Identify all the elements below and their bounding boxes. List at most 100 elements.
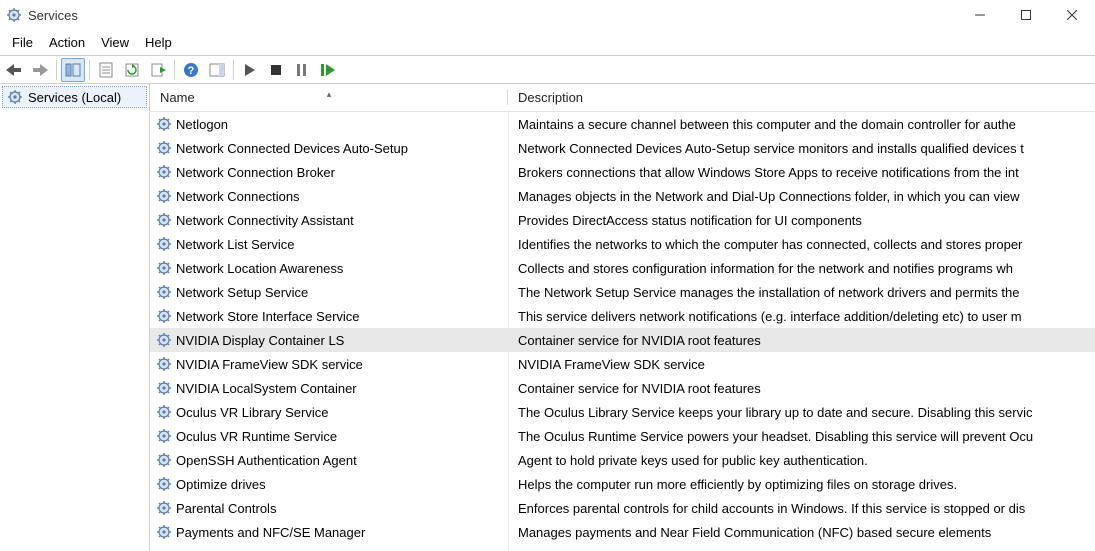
start-service-button[interactable] bbox=[238, 58, 262, 82]
service-icon bbox=[156, 404, 172, 420]
service-name-cell: Netlogon bbox=[150, 116, 508, 132]
services-list[interactable]: NetlogonMaintains a secure channel betwe… bbox=[150, 112, 1095, 544]
services-icon bbox=[7, 89, 23, 105]
service-icon bbox=[156, 332, 172, 348]
service-row[interactable]: Network Store Interface ServiceThis serv… bbox=[150, 304, 1095, 328]
column-resizer[interactable] bbox=[507, 90, 508, 105]
service-description: Manages objects in the Network and Dial-… bbox=[508, 189, 1095, 204]
svg-text:?: ? bbox=[188, 65, 195, 77]
menubar: File Action View Help bbox=[0, 30, 1095, 56]
show-hide-tree-button[interactable] bbox=[61, 58, 85, 82]
menu-view[interactable]: View bbox=[93, 32, 137, 53]
service-name: Oculus VR Runtime Service bbox=[176, 429, 337, 444]
service-name: Network Connection Broker bbox=[176, 165, 335, 180]
service-name: Network Connections bbox=[176, 189, 300, 204]
minimize-button[interactable] bbox=[957, 0, 1003, 30]
service-row[interactable]: Network Location Awareness Collects and s… bbox=[150, 256, 1095, 280]
service-row[interactable]: Parental ControlsEnforces parental contr… bbox=[150, 496, 1095, 520]
tree-icon bbox=[65, 63, 81, 77]
service-row[interactable]: NetlogonMaintains a secure channel betwe… bbox=[150, 112, 1095, 136]
refresh-button[interactable] bbox=[120, 58, 144, 82]
close-icon bbox=[1067, 10, 1077, 20]
back-icon bbox=[6, 64, 22, 76]
stop-icon bbox=[271, 65, 281, 75]
forward-icon bbox=[32, 64, 48, 76]
service-icon bbox=[156, 260, 172, 276]
service-icon bbox=[156, 452, 172, 468]
tree-root-services-local[interactable]: Services (Local) bbox=[2, 86, 147, 108]
service-name-cell: Payments and NFC/SE Manager bbox=[150, 524, 508, 540]
menu-file[interactable]: File bbox=[4, 32, 41, 53]
service-icon bbox=[156, 188, 172, 204]
service-name-cell: OpenSSH Authentication Agent bbox=[150, 452, 508, 468]
service-name: Payments and NFC/SE Manager bbox=[176, 525, 365, 540]
titlebar: Services bbox=[0, 0, 1095, 30]
pause-icon bbox=[297, 64, 307, 76]
refresh-icon bbox=[124, 62, 140, 78]
restart-service-button[interactable] bbox=[316, 58, 340, 82]
service-name: OpenSSH Authentication Agent bbox=[176, 453, 357, 468]
service-description: Collects and stores configuration inform… bbox=[508, 261, 1095, 276]
restart-icon bbox=[321, 64, 335, 76]
column-header-name[interactable]: ▴ Name bbox=[150, 90, 508, 105]
service-description: Network Connected Devices Auto-Setup ser… bbox=[508, 141, 1095, 156]
column-description-label: Description bbox=[518, 90, 583, 105]
forward-button[interactable] bbox=[28, 58, 52, 82]
menu-action[interactable]: Action bbox=[41, 32, 93, 53]
column-header-description[interactable]: Description bbox=[508, 90, 1095, 105]
service-name-cell: NVIDIA LocalSystem Container bbox=[150, 380, 508, 396]
pause-service-button[interactable] bbox=[290, 58, 314, 82]
help-button[interactable]: ? bbox=[179, 58, 203, 82]
service-description: This service delivers network notificati… bbox=[508, 309, 1095, 324]
service-row[interactable]: Network List ServiceIdentifies the netwo… bbox=[150, 232, 1095, 256]
menu-help[interactable]: Help bbox=[137, 32, 180, 53]
service-icon bbox=[156, 212, 172, 228]
service-row[interactable]: Oculus VR Runtime Service The Oculus Runt… bbox=[150, 424, 1095, 448]
service-description: The Oculus Runtime Service powers your h… bbox=[508, 429, 1095, 444]
stop-service-button[interactable] bbox=[264, 58, 288, 82]
service-name-cell: Network Location Awareness bbox=[150, 260, 508, 276]
service-icon bbox=[156, 524, 172, 540]
service-description: Manages payments and Near Field Communic… bbox=[508, 525, 1095, 540]
service-name: Network Location Awareness bbox=[176, 261, 343, 276]
toolbar-separator bbox=[233, 60, 234, 80]
service-name-cell: Network Connection Broker bbox=[150, 164, 508, 180]
service-icon bbox=[156, 164, 172, 180]
service-description: NVIDIA FrameView SDK service bbox=[508, 357, 1095, 372]
service-description: The Oculus Library Service keeps your li… bbox=[508, 405, 1095, 420]
maximize-icon bbox=[1021, 10, 1031, 20]
service-row[interactable]: Network Connection BrokerBrokers connect… bbox=[150, 160, 1095, 184]
service-icon bbox=[156, 284, 172, 300]
service-row[interactable]: Payments and NFC/SE Manager Manages payme… bbox=[150, 520, 1095, 544]
service-icon bbox=[156, 500, 172, 516]
service-row[interactable]: Network Setup ServiceThe Network Setup S… bbox=[150, 280, 1095, 304]
service-row[interactable]: Optimize drivesHelps the computer run mo… bbox=[150, 472, 1095, 496]
close-button[interactable] bbox=[1049, 0, 1095, 30]
service-icon bbox=[156, 308, 172, 324]
column-name-label: Name bbox=[160, 90, 195, 105]
sidebar: Services (Local) bbox=[0, 84, 150, 551]
service-row[interactable]: Network Connections Manages objects in th… bbox=[150, 184, 1095, 208]
service-row[interactable]: NVIDIA FrameView SDK serviceNVIDIA Frame… bbox=[150, 352, 1095, 376]
service-row[interactable]: NVIDIA Display Container LSContainer ser… bbox=[150, 328, 1095, 352]
service-icon bbox=[156, 140, 172, 156]
properties-button[interactable] bbox=[94, 58, 118, 82]
back-button[interactable] bbox=[2, 58, 26, 82]
service-row[interactable]: Network Connectivity AssistantProvides D… bbox=[150, 208, 1095, 232]
services-list-panel: ▴ Name Description NetlogonMaintains a s… bbox=[150, 84, 1095, 551]
maximize-button[interactable] bbox=[1003, 0, 1049, 30]
service-row[interactable]: NVIDIA LocalSystem ContainerContainer se… bbox=[150, 376, 1095, 400]
service-row[interactable]: OpenSSH Authentication AgentAgent to hol… bbox=[150, 448, 1095, 472]
service-row[interactable]: Network Connected Devices Auto-SetupNetw… bbox=[150, 136, 1095, 160]
tree-root-label: Services (Local) bbox=[28, 90, 121, 105]
properties-icon bbox=[99, 62, 113, 78]
service-icon bbox=[156, 236, 172, 252]
service-name-cell: Oculus VR Runtime Service bbox=[150, 428, 508, 444]
service-name-cell: Network Setup Service bbox=[150, 284, 508, 300]
service-row[interactable]: Oculus VR Library ServiceThe Oculus Libr… bbox=[150, 400, 1095, 424]
help-icon: ? bbox=[183, 62, 199, 78]
show-hide-action-pane-button[interactable] bbox=[205, 58, 229, 82]
service-name: Parental Controls bbox=[176, 501, 276, 516]
service-description: Maintains a secure channel between this … bbox=[508, 117, 1095, 132]
export-button[interactable] bbox=[146, 58, 170, 82]
